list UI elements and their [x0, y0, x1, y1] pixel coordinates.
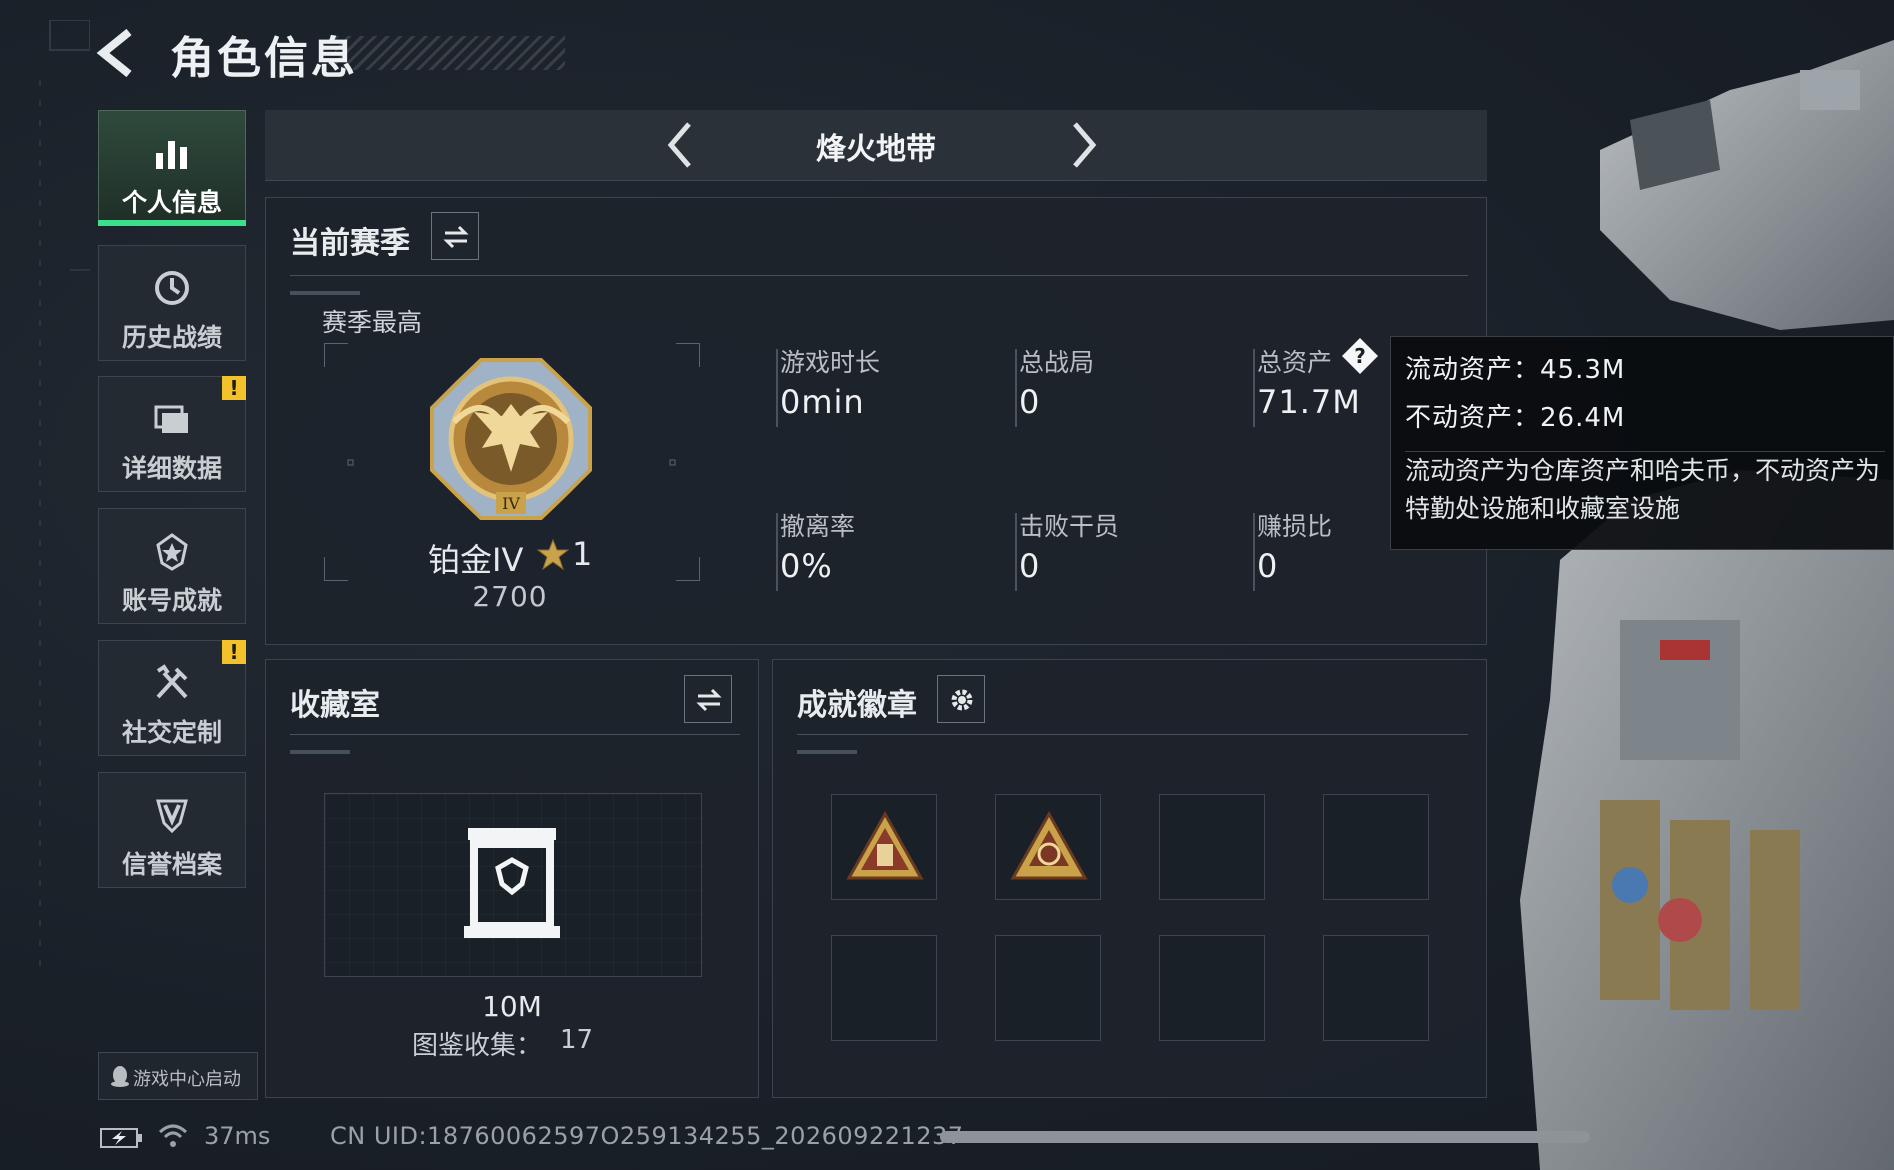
nav-item-account-achievements[interactable]: 账号成就 [98, 508, 246, 624]
tooltip-liquid-assets: 流动资产：45.3M [1405, 355, 1626, 385]
achievement-badge-empty[interactable] [1159, 935, 1265, 1041]
nav-label: 详细数据 [121, 454, 222, 483]
achievements-title: 成就徽章 [797, 688, 917, 723]
achievement-badge-empty[interactable] [831, 935, 937, 1041]
nav-label: 社交定制 [121, 718, 222, 747]
launch-label: 游戏中心启动 [133, 1069, 241, 1090]
nav-label: 信誉档案 [121, 850, 222, 879]
season-switch-button[interactable] [431, 212, 479, 260]
collection-title: 收藏室 [290, 688, 380, 723]
data-cards-icon [154, 405, 188, 433]
stat-label: 游戏时长 [780, 348, 881, 377]
achievement-badge-empty[interactable] [995, 935, 1101, 1041]
player-uid: CN UID:18760062597O259134255_20260922123… [330, 1122, 964, 1150]
triangle-emblem-icon [1010, 810, 1088, 880]
achievement-badge-empty[interactable] [1323, 935, 1429, 1041]
character-image [1520, 40, 1894, 1170]
divider [290, 734, 740, 735]
collection-value: 10M [482, 990, 542, 1023]
alert-badge: ! [222, 640, 246, 664]
nav-item-credit-file[interactable]: 信誉档案 [98, 772, 246, 888]
achievement-badge-empty[interactable] [1323, 794, 1429, 900]
star-icon [536, 538, 570, 571]
gear-icon [951, 689, 973, 711]
stat-total-matches: 总战局 0 [1015, 343, 1225, 433]
nav-item-personal-info[interactable]: 个人信息 [98, 110, 246, 226]
nav-label: 账号成就 [121, 586, 222, 615]
stat-value: 0 [1019, 547, 1041, 585]
tick-decoration [290, 750, 350, 754]
help-icon[interactable]: ? [1340, 336, 1380, 376]
stat-value: 0 [1019, 383, 1041, 421]
battery-charging-icon [100, 1128, 142, 1148]
swap-icon [443, 225, 469, 249]
stat-label: 撤离率 [780, 512, 856, 541]
achievement-badge-empty[interactable] [1159, 794, 1265, 900]
wifi-icon [158, 1124, 188, 1147]
assets-tooltip: 流动资产：45.3M 不动资产：26.4M 流动资产为仓库资产和哈夫币，不动资产… [1390, 336, 1894, 550]
season-best-label: 赛季最高 [322, 308, 423, 337]
tooltip-fixed-assets: 不动资产：26.4M [1405, 403, 1626, 433]
collection-count: 17 [560, 1025, 594, 1055]
history-clock-icon [155, 271, 189, 305]
stat-play-time: 游戏时长 0min [776, 343, 986, 433]
tick-decoration [290, 291, 360, 295]
tick-decoration [797, 750, 857, 754]
achievement-badge[interactable] [831, 794, 937, 900]
game-center-launch-button[interactable]: 游戏中心启动 [98, 1052, 258, 1100]
nav-item-history[interactable]: 历史战绩 [98, 245, 246, 361]
divider [797, 734, 1468, 735]
tooltip-description: 流动资产为仓库资产和哈夫币，不动资产为特勤处设施和收藏室设施 [1405, 451, 1885, 528]
stat-value: 0 [1257, 547, 1279, 585]
stat-operators-defeated: 击败干员 0 [1015, 507, 1225, 597]
mode-selector: 烽火地带 [265, 110, 1487, 181]
title-decoration [335, 36, 565, 70]
bar-chart-icon [156, 141, 187, 169]
stat-label: 总资产 [1257, 348, 1333, 377]
triangle-badge-icon [846, 810, 924, 880]
achievement-badge[interactable] [995, 794, 1101, 900]
swap-icon [696, 688, 722, 712]
rank-score: 2700 [472, 580, 548, 613]
rank-stars: 1 [572, 535, 593, 573]
shield-v-icon [156, 799, 188, 834]
achievement-icon [156, 533, 188, 571]
svg-text:IV: IV [502, 494, 520, 513]
nav-label: 个人信息 [121, 188, 222, 217]
back-arrow-icon[interactable] [95, 28, 145, 78]
svg-text:?: ? [1354, 344, 1366, 368]
page-title: 角色信息 [170, 33, 358, 84]
stat-label: 赚损比 [1257, 512, 1333, 541]
side-decoration [39, 20, 90, 980]
tools-icon [156, 664, 188, 699]
chevron-right-icon[interactable] [1055, 118, 1109, 172]
horizontal-scrollbar[interactable] [940, 1131, 1590, 1143]
stat-value: 0% [780, 547, 833, 585]
alert-badge: ! [222, 376, 246, 400]
collection-switch-button[interactable] [684, 675, 732, 723]
rank-name: 铂金IV [428, 541, 524, 579]
divider [290, 275, 1468, 276]
nav-item-detail-data[interactable]: 详细数据 ! [98, 376, 246, 492]
stat-value: 71.7M [1257, 383, 1361, 421]
mode-name: 烽火地带 [816, 132, 936, 167]
achievements-settings-button[interactable] [937, 675, 985, 723]
stat-label: 击败干员 [1019, 512, 1120, 541]
stat-extract-rate: 撤离率 0% [776, 507, 986, 597]
qq-penguin-icon [111, 1066, 129, 1087]
season-title: 当前赛季 [290, 226, 410, 261]
collection-count-label: 图鉴收集： [412, 1031, 543, 1061]
nav-label: 历史战绩 [121, 323, 222, 352]
stat-value: 0min [780, 383, 865, 421]
rank-emblem-icon: IV [430, 358, 592, 520]
ping-value: 37ms [204, 1122, 271, 1150]
nav-item-social-custom[interactable]: 社交定制 ! [98, 640, 246, 756]
stat-label: 总战局 [1019, 348, 1095, 377]
vault-icon [464, 828, 560, 938]
